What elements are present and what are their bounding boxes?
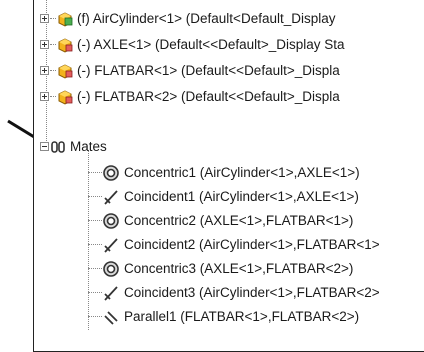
mates-folder-label: Mates: [70, 139, 107, 154]
expand-icon[interactable]: [40, 66, 49, 75]
feature-manager-tree: (f) AirCylinder<1> (Default<Default_Disp…: [33, 0, 424, 352]
tree-connector: [88, 220, 102, 221]
mate-label: Coincident3 (AirCylinder<1>,FLATBAR<2>: [124, 285, 380, 300]
component-label: (-) AXLE<1> (Default<<Default>_Display S…: [77, 37, 345, 52]
part-icon: [58, 38, 73, 53]
mate-label: Coincident1 (AirCylinder<1>,AXLE<1>): [124, 189, 359, 204]
mate-label: Parallel1 (FLATBAR<1>,FLATBAR<2>): [124, 309, 360, 324]
collapse-icon[interactable]: [40, 142, 49, 151]
mate-label: Concentric3 (AXLE<1>,FLATBAR<2>): [124, 261, 354, 276]
expand-icon[interactable]: [40, 92, 49, 101]
component-label: (-) FLATBAR<1> (Default<<Default>_Displa: [77, 63, 340, 78]
expand-icon[interactable]: [40, 40, 49, 49]
part-icon: [58, 90, 73, 105]
parallel-icon: [104, 311, 118, 325]
tree-guide-line-mates: [88, 150, 89, 330]
concentric-icon: [103, 261, 119, 277]
tree-connector: [88, 196, 102, 197]
mate-label: Coincident2 (AirCylinder<1>,FLATBAR<1>: [124, 237, 380, 252]
tree-connector: [88, 268, 102, 269]
coincident-icon: [104, 190, 118, 205]
component-label: (f) AirCylinder<1> (Default<Default_Disp…: [77, 11, 336, 26]
mates-folder-icon: [51, 141, 65, 153]
mate-label: Concentric2 (AXLE<1>,FLATBAR<1>): [124, 213, 354, 228]
concentric-icon: [103, 213, 119, 229]
coincident-icon: [104, 238, 118, 253]
tree-connector: [88, 292, 102, 293]
tree-connector: [88, 244, 102, 245]
tree-connector: [88, 172, 102, 173]
expand-icon[interactable]: [40, 14, 49, 23]
concentric-icon: [103, 165, 119, 181]
part-fixed-icon: [58, 12, 73, 27]
mate-label: Concentric1 (AirCylinder<1>,AXLE<1>): [124, 165, 360, 180]
tree-connector: [88, 316, 102, 317]
component-label: (-) FLATBAR<2> (Default<<Default>_Displa: [77, 89, 340, 104]
coincident-icon: [104, 286, 118, 301]
part-icon: [58, 64, 73, 79]
